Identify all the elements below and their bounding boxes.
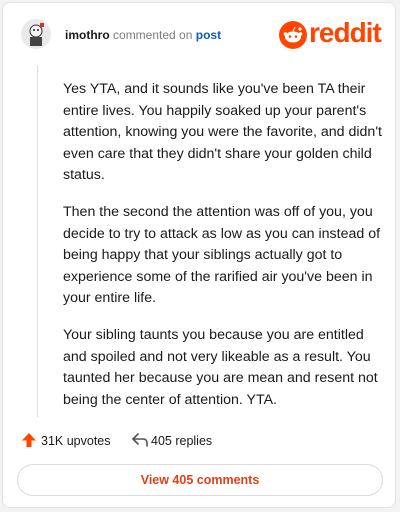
author-line: imothro commented on post	[65, 28, 221, 42]
upvote-arrow-icon[interactable]	[21, 432, 37, 448]
post-link[interactable]: post	[196, 28, 221, 42]
reddit-logo[interactable]: reddit	[279, 17, 387, 50]
action-text: commented on	[113, 28, 193, 42]
reddit-snoo-icon	[279, 21, 307, 49]
upvote-count[interactable]: 31K upvotes	[41, 434, 111, 448]
reply-arrow-icon[interactable]	[131, 433, 149, 447]
user-avatar[interactable]	[21, 19, 51, 49]
comment-paragraph: Your sibling taunts you because you are …	[63, 326, 378, 408]
username[interactable]: imothro	[65, 28, 110, 42]
card-header: imothro commented on post reddit	[3, 3, 395, 65]
avatar-icon	[21, 19, 51, 49]
thread-line	[37, 65, 38, 417]
comment-body: Yes YTA, and it sounds like you've been …	[63, 79, 383, 426]
view-comments-button[interactable]: View 405 comments	[17, 464, 383, 496]
logo-wordmark: reddit	[309, 17, 382, 48]
comment-card: imothro commented on post reddit Yes YTA…	[2, 2, 396, 508]
comment-paragraph: Then the second the attention was off of…	[63, 203, 381, 307]
reply-count[interactable]: 405 replies	[151, 434, 212, 448]
comment-paragraph: Yes YTA, and it sounds like you've been …	[63, 81, 382, 184]
comment-footer: 31K upvotes 405 replies	[21, 431, 381, 451]
